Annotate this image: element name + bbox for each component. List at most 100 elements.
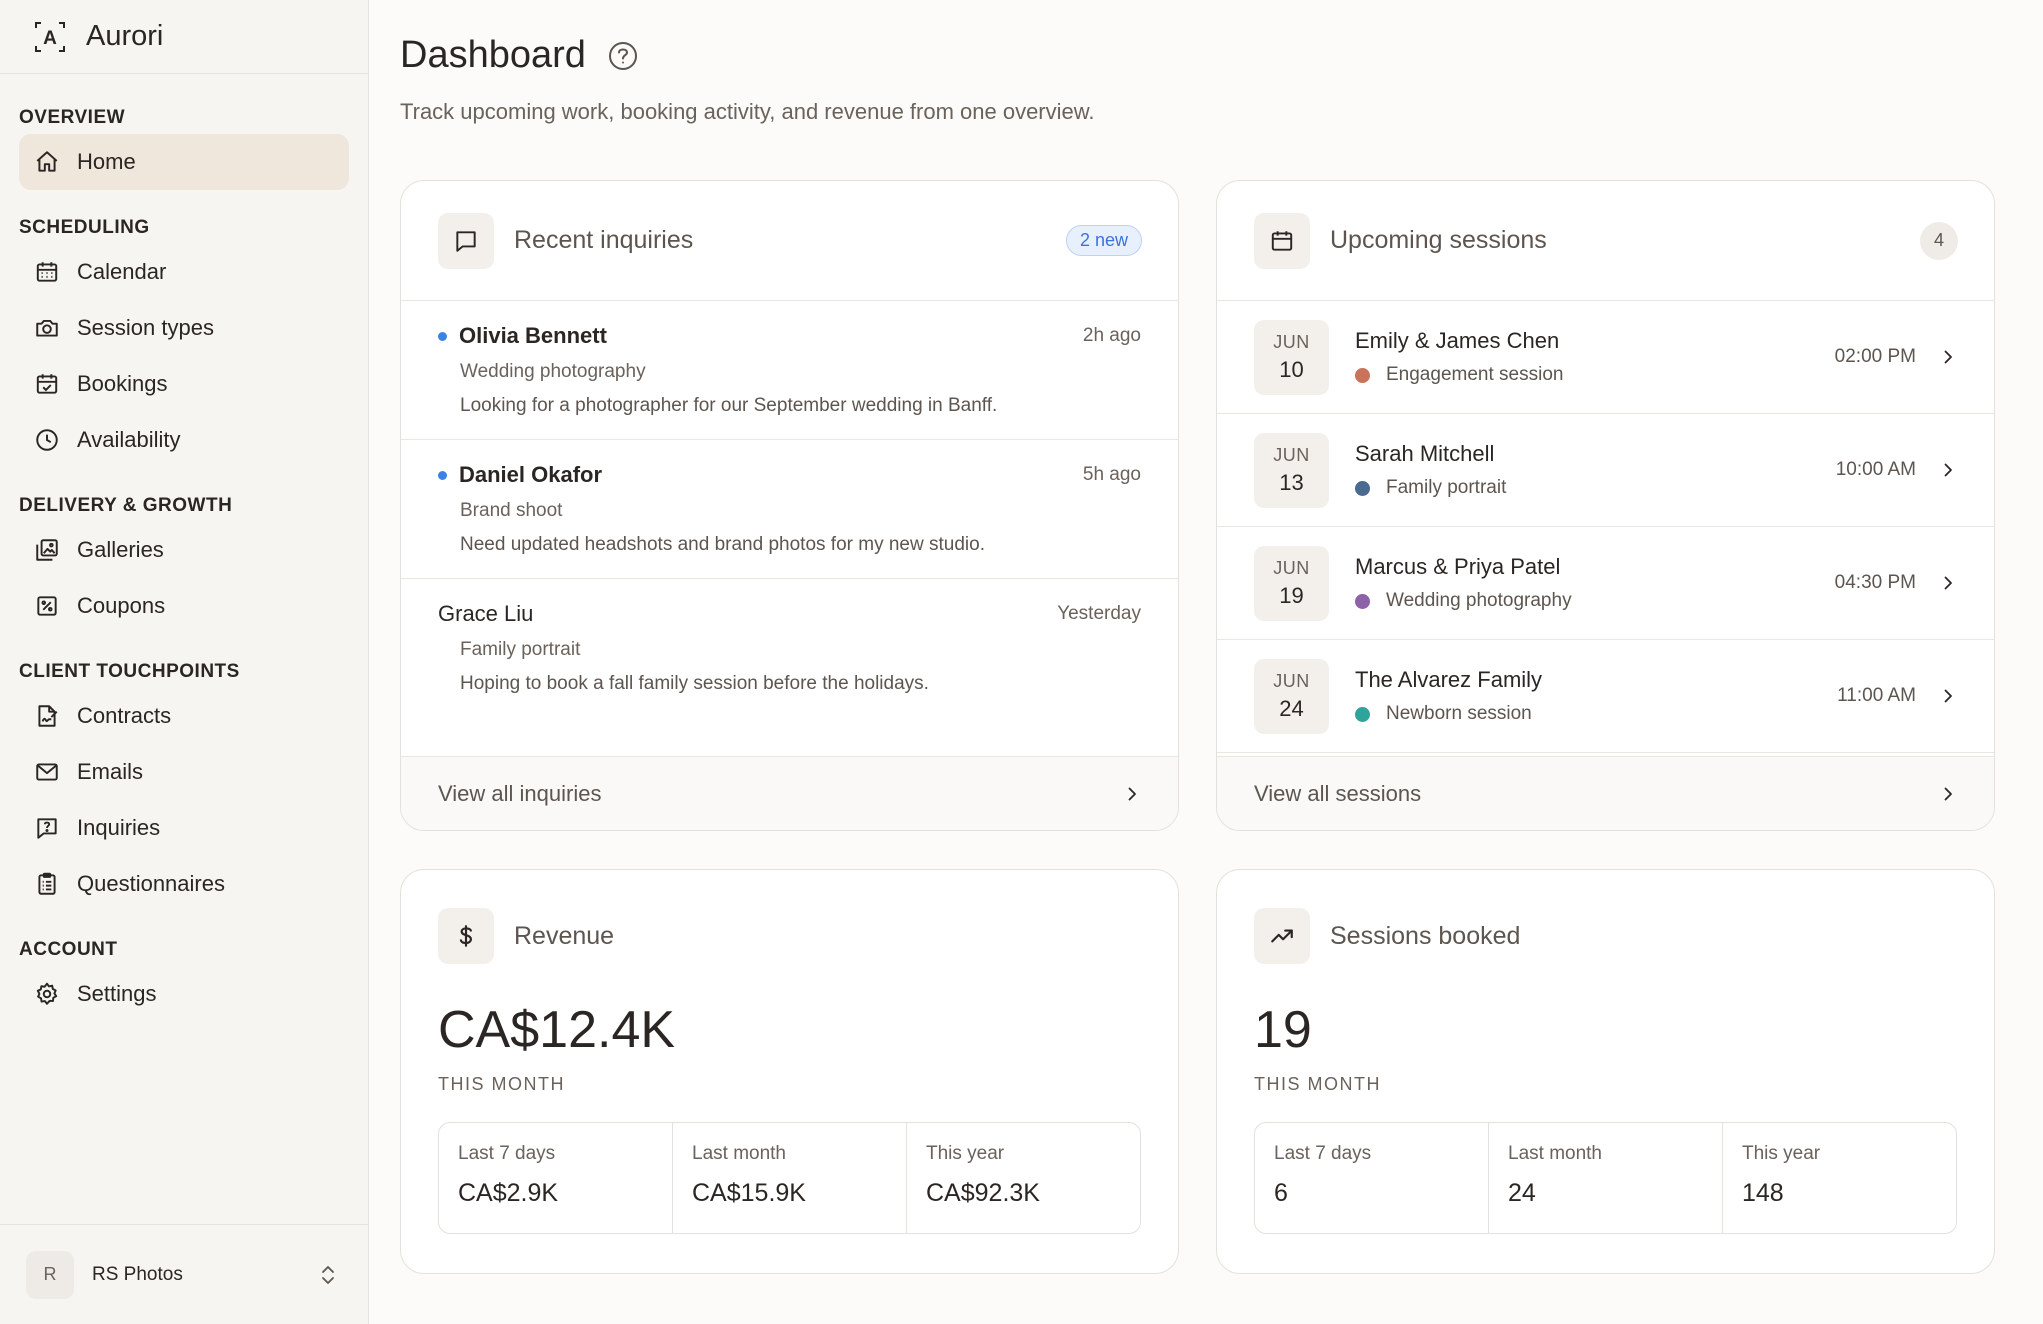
session-day: 19 — [1279, 582, 1304, 608]
session-client-name: Sarah Mitchell — [1355, 441, 1495, 466]
sidebar-item-coupons[interactable]: Coupons — [19, 578, 349, 634]
session-time: 10:00 AM — [1835, 459, 1916, 480]
clock-icon — [33, 426, 61, 454]
calendar-check-icon — [33, 370, 61, 398]
session-time: 11:00 AM — [1837, 685, 1916, 706]
chevron-up-down-icon — [318, 1263, 338, 1287]
card-title: Recent inquiries — [514, 226, 694, 254]
camera-icon — [33, 314, 61, 342]
sidebar-item-contracts[interactable]: Contracts — [19, 688, 349, 744]
calendar-icon — [1254, 212, 1310, 269]
unread-dot — [438, 470, 447, 480]
session-client-name: The Alvarez Family — [1355, 667, 1543, 692]
sidebar-item-calendar[interactable]: Calendar — [19, 244, 349, 300]
inquiry-time: 5h ago — [1082, 464, 1141, 485]
clipboard-icon — [33, 870, 61, 898]
session-month: JUN — [1273, 331, 1310, 352]
revenue-value: CA$12.4K — [438, 1001, 676, 1059]
session-type: Wedding photography — [1386, 590, 1572, 611]
session-month: JUN — [1273, 557, 1310, 578]
sidebar-item-availability[interactable]: Availability — [19, 412, 349, 468]
dollar-icon — [438, 908, 494, 964]
inquiry-row[interactable]: Daniel Okafor 5h ago Brand shoot Need up… — [401, 440, 1178, 579]
inquiry-message: Hoping to book a fall family session bef… — [460, 673, 929, 694]
sidebar-item-bookings[interactable]: Bookings — [19, 356, 349, 412]
nav-section-delivery: DELIVERY & GROWTH Galleries Coupons — [0, 490, 368, 634]
nav-section-overview: OVERVIEW Home — [0, 102, 368, 190]
trending-up-icon — [1254, 908, 1310, 964]
sidebar-item-session-types[interactable]: Session types — [19, 300, 349, 356]
sidebar-item-label: Bookings — [77, 371, 168, 396]
stat-cell: This year 148 — [1723, 1123, 1956, 1233]
view-all-sessions-link[interactable]: View all sessions — [1217, 756, 1994, 830]
sessions-booked-stats: Last 7 days 6 Last month 24 This year 14… — [1254, 1122, 1957, 1234]
gear-icon — [33, 980, 61, 1008]
sidebar-item-label: Galleries — [77, 537, 164, 562]
session-type: Newborn session — [1386, 703, 1532, 724]
coupon-icon — [33, 592, 61, 620]
session-row[interactable]: JUN 13 Sarah Mitchell Family portrait 10… — [1217, 414, 1994, 527]
session-type-dot — [1355, 706, 1370, 722]
session-date: JUN 19 — [1254, 545, 1329, 621]
session-row[interactable]: JUN 19 Marcus & Priya Patel Wedding phot… — [1217, 527, 1994, 640]
message-icon — [438, 212, 494, 269]
sidebar-item-emails[interactable]: Emails — [19, 744, 349, 800]
account-switcher[interactable]: R RS Photos — [0, 1224, 368, 1324]
chevron-right-icon — [1938, 686, 1958, 706]
svg-text:A: A — [43, 28, 57, 49]
session-day: 10 — [1279, 356, 1304, 382]
session-client-name: Emily & James Chen — [1355, 328, 1560, 353]
sidebar-item-questionnaires[interactable]: Questionnaires — [19, 856, 349, 912]
sidebar-item-settings[interactable]: Settings — [19, 966, 349, 1022]
brand[interactable]: A Aurori — [0, 0, 368, 74]
help-icon[interactable] — [608, 41, 638, 71]
account-name: RS Photos — [92, 1263, 183, 1285]
card-title: Revenue — [514, 921, 615, 950]
gallery-icon — [33, 536, 61, 564]
sessions-booked-card: Sessions booked 19 THIS MONTH Last 7 day… — [1216, 869, 1995, 1274]
footer-label: View all inquiries — [438, 780, 602, 806]
session-type: Engagement session — [1386, 364, 1564, 385]
contract-icon — [33, 702, 61, 730]
stat-label: This year — [926, 1143, 1005, 1164]
session-row[interactable]: JUN 10 Emily & James Chen Engagement ses… — [1217, 301, 1994, 414]
card-header: Upcoming sessions 4 — [1217, 181, 1994, 301]
stat-value: CA$2.9K — [458, 1179, 559, 1207]
sidebar-item-label: Session types — [77, 315, 214, 340]
nav-section-title: CLIENT TOUCHPOINTS — [19, 661, 240, 682]
session-type-dot — [1355, 367, 1370, 383]
session-time: 04:30 PM — [1834, 572, 1916, 593]
stat-cell: This year CA$92.3K — [907, 1123, 1140, 1233]
nav-section-title: OVERVIEW — [19, 107, 126, 128]
sidebar-item-home[interactable]: Home — [19, 134, 349, 190]
sidebar-item-label: Home — [77, 149, 136, 174]
stat-label: Last 7 days — [1274, 1143, 1372, 1164]
sidebar-item-label: Settings — [77, 981, 157, 1006]
sidebar-item-galleries[interactable]: Galleries — [19, 522, 349, 578]
revenue-card: Revenue CA$12.4K THIS MONTH Last 7 days … — [400, 869, 1179, 1274]
sidebar-nav: OVERVIEW Home SCHEDULING Calendar Sessio… — [0, 74, 368, 1022]
inquiry-name: Olivia Bennett — [459, 323, 607, 348]
sidebar-item-label: Emails — [77, 759, 144, 784]
inquiry-message: Need updated headshots and brand photos … — [460, 534, 985, 555]
page-subtitle: Track upcoming work, booking activity, a… — [400, 99, 1095, 124]
card-header: Revenue — [401, 870, 1178, 1002]
view-all-inquiries-link[interactable]: View all inquiries — [401, 756, 1178, 830]
inquiry-name: Grace Liu — [438, 601, 534, 626]
nav-section-title: ACCOUNT — [19, 939, 118, 960]
inquiry-type: Brand shoot — [460, 500, 563, 521]
inquiry-row[interactable]: Grace Liu Yesterday Family portrait Hopi… — [401, 579, 1178, 718]
inquiry-name: Daniel Okafor — [459, 462, 603, 487]
inquiry-icon — [33, 814, 61, 842]
session-type: Family portrait — [1386, 477, 1507, 498]
stat-value: CA$15.9K — [692, 1179, 806, 1207]
session-row[interactable]: JUN 24 The Alvarez Family Newborn sessio… — [1217, 640, 1994, 753]
inquiry-row[interactable]: Olivia Bennett 2h ago Wedding photograph… — [401, 301, 1178, 440]
nav-section-title: DELIVERY & GROWTH — [19, 495, 233, 516]
sidebar-item-inquiries[interactable]: Inquiries — [19, 800, 349, 856]
stat-value: CA$92.3K — [926, 1179, 1040, 1207]
session-type-dot — [1355, 593, 1370, 609]
nav-section-account: ACCOUNT Settings — [0, 934, 368, 1022]
sidebar-item-label: Calendar — [77, 259, 167, 284]
card-header: Sessions booked — [1217, 870, 1994, 1002]
